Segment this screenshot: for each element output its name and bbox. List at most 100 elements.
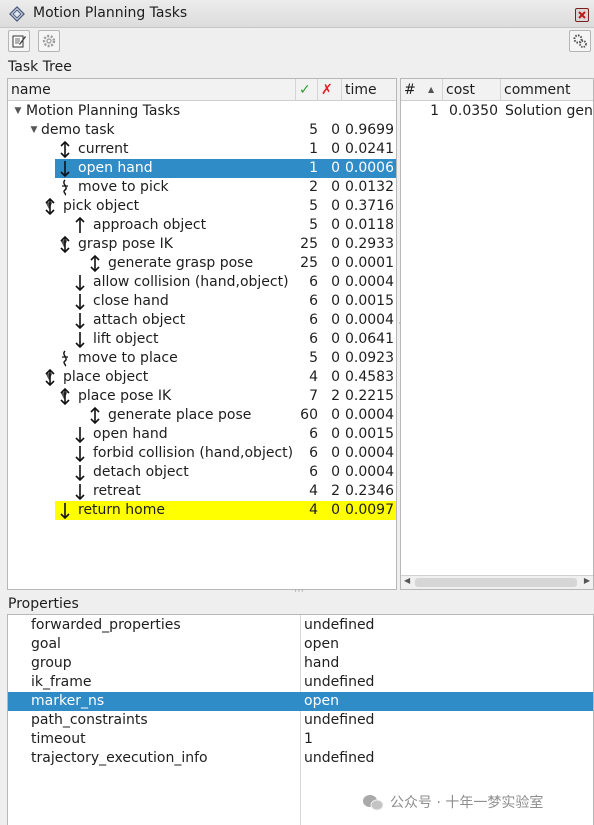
- property-key: goal: [31, 636, 61, 652]
- connect-icon: [58, 178, 72, 197]
- splitter-handle-horizontal[interactable]: ⋯: [294, 586, 304, 597]
- property-value[interactable]: open: [304, 635, 339, 654]
- success-count: 6: [309, 293, 318, 309]
- stage-name: pick object: [63, 198, 140, 214]
- bidirectional-icon: [58, 140, 72, 159]
- property-row[interactable]: path_constraints undefined: [8, 711, 593, 730]
- tree-row[interactable]: return home 4 0 0.0097: [8, 501, 396, 520]
- tree-row[interactable]: generate grasp pose 25 0 0.0001: [8, 254, 396, 273]
- watermark: 公众号 · 十年一梦实验室: [362, 792, 543, 812]
- tree-row[interactable]: ▼ demo task 5 0 0.9699: [8, 121, 396, 140]
- stage-name: demo task: [41, 122, 115, 138]
- property-value[interactable]: undefined: [304, 616, 374, 635]
- property-row[interactable]: goal open: [8, 635, 593, 654]
- tree-row[interactable]: approach object 5 0 0.0118: [8, 216, 396, 235]
- configure-button[interactable]: [569, 30, 591, 52]
- stage-name: grasp pose IK: [78, 236, 173, 252]
- stage-time: 0.2346: [345, 483, 394, 499]
- column-header-cost[interactable]: cost: [443, 79, 501, 101]
- failure-count: 0: [331, 160, 340, 176]
- tree-row[interactable]: open hand 6 0 0.0015: [8, 425, 396, 444]
- property-row[interactable]: timeout 1: [8, 730, 593, 749]
- bidirectional-icon: [58, 387, 72, 406]
- column-header-comment[interactable]: comment: [501, 79, 593, 101]
- failure-count: 0: [331, 236, 340, 252]
- stage-time: 0.0004: [345, 407, 394, 423]
- property-value[interactable]: undefined: [304, 673, 374, 692]
- column-header-success[interactable]: ✓: [296, 79, 318, 101]
- down-arrow-icon: [58, 159, 72, 178]
- column-header-time[interactable]: time: [342, 79, 396, 101]
- tree-row[interactable]: detach object 6 0 0.0004: [8, 463, 396, 482]
- task-tree-header: name ✓ ✗ time: [8, 79, 396, 101]
- tree-row[interactable]: allow collision (hand,object) 6 0 0.0004: [8, 273, 396, 292]
- down-arrow-icon: [73, 311, 87, 330]
- close-button[interactable]: [575, 8, 589, 22]
- property-row[interactable]: marker_ns open: [8, 692, 593, 711]
- stage-time: 0.0004: [345, 445, 394, 461]
- success-count: 1: [309, 141, 318, 157]
- tree-row[interactable]: close hand 6 0 0.0015: [8, 292, 396, 311]
- stage-time: 0.0015: [345, 293, 394, 309]
- stage-name: move to place: [78, 350, 178, 366]
- scroll-right-icon[interactable]: ▶: [584, 576, 590, 585]
- down-arrow-icon: [58, 501, 72, 520]
- failure-count: 0: [331, 426, 340, 442]
- tree-row[interactable]: ▼ Motion Planning Tasks: [8, 102, 396, 121]
- settings-button[interactable]: [38, 30, 60, 52]
- property-value[interactable]: undefined: [304, 749, 374, 768]
- tree-row[interactable]: forbid collision (hand,object) 6 0 0.0004: [8, 444, 396, 463]
- scroll-left-icon[interactable]: ◀: [404, 576, 410, 585]
- property-row[interactable]: group hand: [8, 654, 593, 673]
- stage-time: 0.0118: [345, 217, 394, 233]
- edit-button[interactable]: [8, 30, 30, 52]
- tree-row[interactable]: ▼ pick object 5 0 0.3716: [8, 197, 396, 216]
- down-arrow-icon: [73, 273, 87, 292]
- edit-icon: [12, 35, 26, 48]
- expand-arrow-icon[interactable]: ▼: [12, 102, 24, 121]
- column-header-failed[interactable]: ✗: [318, 79, 342, 101]
- expand-arrow-icon[interactable]: ▼: [28, 121, 40, 140]
- property-value[interactable]: undefined: [304, 711, 374, 730]
- tree-row[interactable]: retreat 4 2 0.2346: [8, 482, 396, 501]
- success-count: 25: [300, 255, 318, 271]
- property-row[interactable]: trajectory_execution_info undefined: [8, 749, 593, 768]
- stage-name: generate grasp pose: [108, 255, 254, 271]
- success-count: 5: [309, 198, 318, 214]
- solutions-table[interactable]: # ▲ cost comment 1 0.0350 Solution gene …: [400, 78, 594, 590]
- property-row[interactable]: forwarded_properties undefined: [8, 616, 593, 635]
- scrollbar-thumb[interactable]: [415, 578, 577, 587]
- tree-row[interactable]: ▼ place pose IK 7 2 0.2215: [8, 387, 396, 406]
- tree-row[interactable]: ▼ place object 4 0 0.4583: [8, 368, 396, 387]
- property-value[interactable]: 1: [304, 730, 313, 749]
- stage-name: open hand: [78, 160, 153, 176]
- property-value[interactable]: hand: [304, 654, 339, 673]
- down-arrow-icon: [73, 482, 87, 501]
- stage-name: allow collision (hand,object): [93, 274, 289, 290]
- bidirectional-icon: [88, 254, 102, 273]
- tree-row[interactable]: attach object 6 0 0.0004: [8, 311, 396, 330]
- failure-count: 0: [331, 407, 340, 423]
- tree-row[interactable]: move to pick 2 0 0.0132: [8, 178, 396, 197]
- stage-time: 0.0004: [345, 464, 394, 480]
- tree-row[interactable]: open hand 1 0 0.0006: [8, 159, 396, 178]
- stage-time: 0.4583: [345, 369, 394, 385]
- property-key: forwarded_properties: [31, 617, 181, 633]
- down-arrow-icon: [73, 330, 87, 349]
- tree-row[interactable]: generate place pose 60 0 0.0004: [8, 406, 396, 425]
- task-tree[interactable]: name ✓ ✗ time ▼ Motion Planning Tasks ▼ dem…: [7, 78, 397, 590]
- horizontal-scrollbar[interactable]: ◀ ▶: [401, 575, 593, 589]
- property-value[interactable]: open: [304, 692, 339, 711]
- stage-name: approach object: [93, 217, 207, 233]
- tree-row[interactable]: current 1 0 0.0241: [8, 140, 396, 159]
- solution-row[interactable]: 1 0.0350 Solution gene: [401, 102, 593, 121]
- property-row[interactable]: ik_frame undefined: [8, 673, 593, 692]
- tree-row[interactable]: lift object 6 0 0.0641: [8, 330, 396, 349]
- column-header-name[interactable]: name: [8, 79, 296, 101]
- column-header-index[interactable]: # ▲: [401, 79, 443, 101]
- success-count: 5: [309, 350, 318, 366]
- tree-row[interactable]: ▼ grasp pose IK 25 0 0.2933: [8, 235, 396, 254]
- tree-row[interactable]: move to place 5 0 0.0923: [8, 349, 396, 368]
- stage-name: Motion Planning Tasks: [26, 103, 181, 119]
- success-count: 25: [300, 236, 318, 252]
